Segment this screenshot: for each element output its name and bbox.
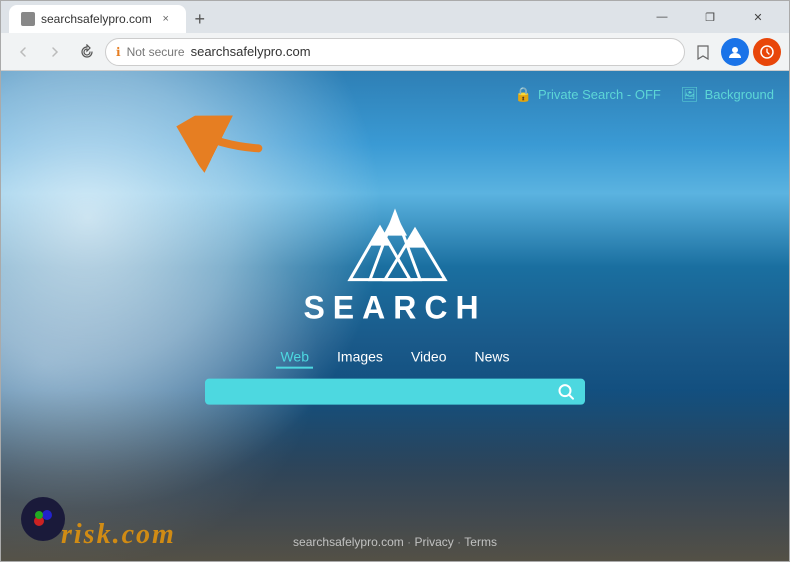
security-icon: ℹ (116, 45, 121, 59)
circle-logo-icon (21, 497, 65, 541)
footer-terms[interactable]: Terms (464, 535, 497, 549)
footer-searchsafe[interactable]: searchsafelypro.com (293, 535, 404, 549)
lock-icon: 🔒 (515, 86, 532, 103)
center-content: SEARCH Web Images Video News (205, 208, 585, 405)
active-tab[interactable]: searchsafelypro.com × (9, 5, 186, 33)
forward-button[interactable] (41, 38, 69, 66)
bookmark-button[interactable] (689, 38, 717, 66)
window-controls: — ❐ ✕ (639, 1, 781, 33)
search-bar[interactable] (205, 379, 585, 405)
search-input[interactable] (215, 383, 549, 400)
close-button[interactable]: ✕ (735, 1, 781, 33)
background-button[interactable]: 🖼 Background (681, 86, 774, 103)
background-label: Background (705, 87, 774, 102)
page-footer: searchsafelypro.com · Privacy · Terms (293, 535, 497, 549)
title-bar: searchsafelypro.com × + — ❐ ✕ (1, 1, 789, 33)
tab-web[interactable]: Web (276, 347, 313, 369)
back-button[interactable] (9, 38, 37, 66)
refresh-button[interactable] (73, 38, 101, 66)
tab-favicon (21, 12, 35, 26)
search-button[interactable] (557, 383, 575, 401)
security-update-button[interactable] (753, 38, 781, 66)
search-tabs: Web Images Video News (276, 347, 513, 369)
logo-container: SEARCH (303, 208, 486, 327)
address-bar: ℹ Not secure searchsafelypro.com (1, 33, 789, 71)
top-navigation: 🔒 Private Search - OFF 🖼 Background (515, 86, 774, 103)
private-search-toggle[interactable]: 🔒 Private Search - OFF (515, 86, 661, 103)
bottom-logo (21, 497, 65, 541)
tab-video[interactable]: Video (407, 347, 451, 369)
image-icon: 🖼 (681, 86, 699, 103)
browser-window: searchsafelypro.com × + — ❐ ✕ ℹ Not secu… (0, 0, 790, 562)
tab-strip: searchsafelypro.com × + (9, 1, 631, 33)
profile-button[interactable] (721, 38, 749, 66)
footer-privacy[interactable]: Privacy (414, 535, 453, 549)
tab-images[interactable]: Images (333, 347, 387, 369)
not-secure-label: Not secure (127, 45, 185, 59)
private-search-label: Private Search - OFF (538, 87, 661, 102)
restore-button[interactable]: ❐ (687, 1, 733, 33)
mountain-logo-icon (335, 208, 455, 288)
new-tab-button[interactable]: + (186, 5, 214, 33)
tab-close-button[interactable]: × (158, 11, 174, 27)
logo-text: SEARCH (303, 290, 486, 327)
page-content: 🔒 Private Search - OFF 🖼 Background (1, 71, 789, 561)
url-text: searchsafelypro.com (191, 44, 674, 59)
minimize-button[interactable]: — (639, 1, 685, 33)
risk-watermark: risk.com (61, 519, 176, 551)
tab-news[interactable]: News (471, 347, 514, 369)
url-actions (689, 38, 781, 66)
tab-label: searchsafelypro.com (41, 12, 152, 26)
url-bar[interactable]: ℹ Not secure searchsafelypro.com (105, 38, 685, 66)
